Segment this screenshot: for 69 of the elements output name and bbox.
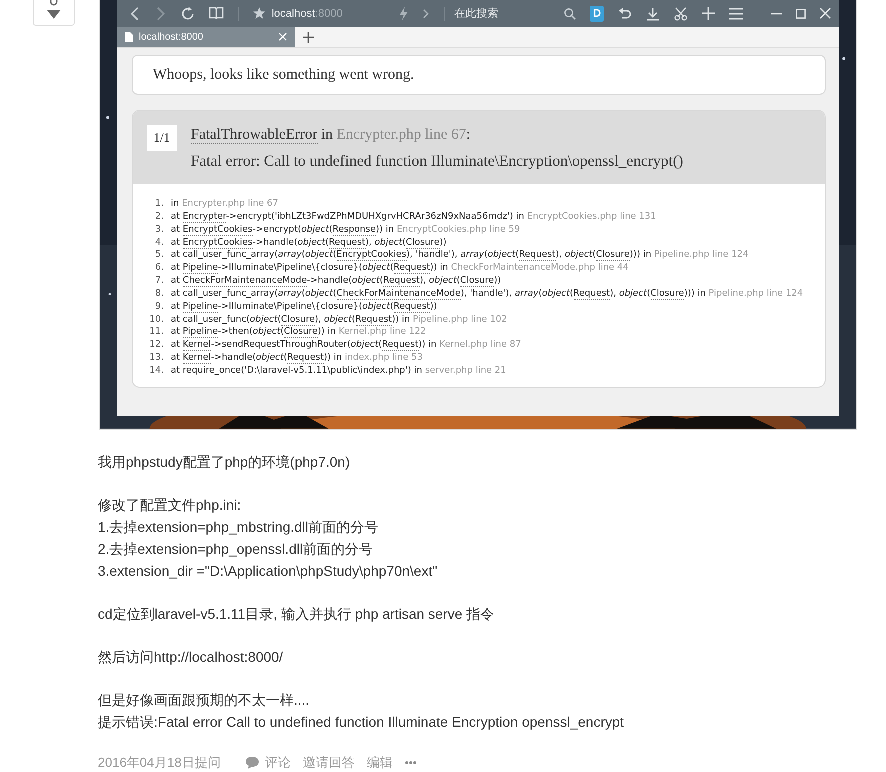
stack-trace-line: at call_user_func(object(Closure), object(Request)) in Pipeline.php line 102: [171, 314, 508, 326]
stack-trace-line: at call_user_func_array(array(object(CheckForMaintenanceMode), 'handle'), array(object(Request), object(Closure))) in Pipeline.php line 124: [171, 288, 804, 301]
question-text: cd定位到laravel-v5.1.11目录, 输入并执行 php artisan serve 指令: [98, 604, 496, 624]
question-text: 修改了配置文件php.ini:: [98, 496, 242, 515]
line-number: 5.: [154, 249, 164, 262]
invite-link[interactable]: 邀请回答: [302, 754, 355, 772]
search-icon[interactable]: [564, 8, 576, 20]
exception-title: FatalThrowableError in Encrypter.php line 67:: [191, 126, 472, 144]
question-text: 2.去掉extension=php_openssl.dll前面的分号: [98, 540, 374, 559]
star-icon[interactable]: [252, 7, 266, 20]
plus-icon[interactable]: [303, 32, 314, 42]
address-bar[interactable]: localhost:8000: [272, 8, 385, 20]
line-number: 10.: [148, 314, 164, 326]
back-icon[interactable]: [129, 6, 141, 20]
chevron-right-icon[interactable]: [422, 8, 430, 18]
stack-trace-line: at CheckForMaintenanceMode->handle(object(Request), object(Closure)): [171, 275, 502, 288]
browser-tab[interactable]: localhost:8000: [117, 27, 295, 47]
question-text: 然后访问http://localhost:8000/: [98, 648, 284, 667]
line-number: 13.: [148, 352, 164, 365]
comment-icon: [244, 756, 260, 770]
error-message: Whoops, looks like something went wrong.: [132, 55, 826, 95]
line-number: 8.: [154, 288, 164, 301]
stack-trace-line: at Pipeline->then(object(Closure)) in Kernel.php line 122: [171, 326, 426, 340]
edit-link[interactable]: 编辑: [366, 754, 393, 772]
search-field[interactable]: 在此搜索: [454, 6, 550, 21]
line-number: 1.: [154, 198, 164, 211]
scissors-icon[interactable]: [674, 6, 688, 20]
stack-trace-line: at Pipeline->Illuminate\Pipeline\{closure}(object(Request)) in CheckForMaintenanceMode.php line 44: [171, 262, 629, 276]
question-text: 提示错误:Fatal error Call to undefined function Illuminate Encryption openssl_encrypt: [98, 712, 626, 732]
stack-trace-line: at Encrypter->encrypt('ibhLZt3FwdZPhMDUHXgrvHCRAr36zN9xNaa56mdz') in EncryptCookies.php line 131: [171, 210, 656, 224]
line-number: 4.: [154, 236, 164, 250]
question-text: 1.去掉extension=php_mbstring.dll前面的分号: [98, 518, 380, 537]
page-icon: [125, 32, 133, 42]
book-icon[interactable]: [209, 7, 224, 20]
stack-trace-line: at EncryptCookies->encrypt(object(Response)) in EncryptCookies.php line 59: [171, 224, 520, 237]
line-number: 12.: [148, 339, 164, 352]
stack-trace-line: at Kernel->handle(object(Request)) in index.php line 53: [171, 352, 423, 365]
download-icon[interactable]: [646, 6, 660, 20]
question-text: 但是好像画面跟预期的不太一样....: [98, 690, 311, 710]
line-number: 3.: [154, 224, 164, 237]
lightning-icon[interactable]: [398, 6, 409, 20]
line-number: 7.: [154, 275, 164, 288]
vote-down-icon[interactable]: [47, 10, 61, 19]
stack-trace-line: at call_user_func_array(array(object(EncryptCookies), 'handle'), array(object(Request), object(Closure))) in Pipeline.php line 124: [171, 249, 749, 262]
refresh-icon[interactable]: [181, 6, 195, 20]
stack-trace-line: at require_once('D:\laravel-v5.1.11\public\index.php') in server.php line 21: [171, 364, 506, 378]
stack-trace-line: at EncryptCookies->handle(object(Request), object(Closure)): [171, 236, 447, 250]
question-date: 2016年04月18日提问: [98, 754, 221, 772]
comment-link[interactable]: 评论: [244, 754, 291, 772]
maximize-icon[interactable]: [796, 8, 806, 18]
line-number: 6.: [154, 262, 164, 276]
line-number: 11.: [148, 326, 164, 340]
stack-trace-line: in Encrypter.php line 67: [171, 198, 279, 211]
question-text: 3.extension_dir ="D:\Application\phpStudy\php70n\ext": [98, 562, 439, 581]
question-text: 我用phpstudy配置了php的环境(php7.0n): [98, 452, 352, 472]
line-number: 2.: [154, 210, 164, 224]
undo-icon[interactable]: [618, 7, 632, 20]
line-number: 9.: [154, 300, 164, 314]
tab-title: localhost:8000: [139, 32, 204, 42]
exception-detail: Fatal error: Call to undefined function Illuminate\Encryption\openssl_encrypt(): [191, 153, 684, 171]
stack-trace-line: at Kernel->sendRequestThroughRouter(object(Request)) in Kernel.php line 87: [171, 339, 522, 352]
menu-icon[interactable]: [729, 8, 743, 20]
stack-trace-line: at Pipeline->Illuminate\Pipeline\{closure}(object(Request)): [171, 300, 438, 314]
extension-icon[interactable]: D: [590, 6, 604, 22]
exception-count: 1/1: [147, 125, 177, 151]
line-number: 14.: [148, 364, 164, 378]
more-icon[interactable]: [404, 760, 417, 765]
vote-count-fragment-icon: [50, 0, 58, 7]
close-icon[interactable]: [820, 8, 831, 19]
